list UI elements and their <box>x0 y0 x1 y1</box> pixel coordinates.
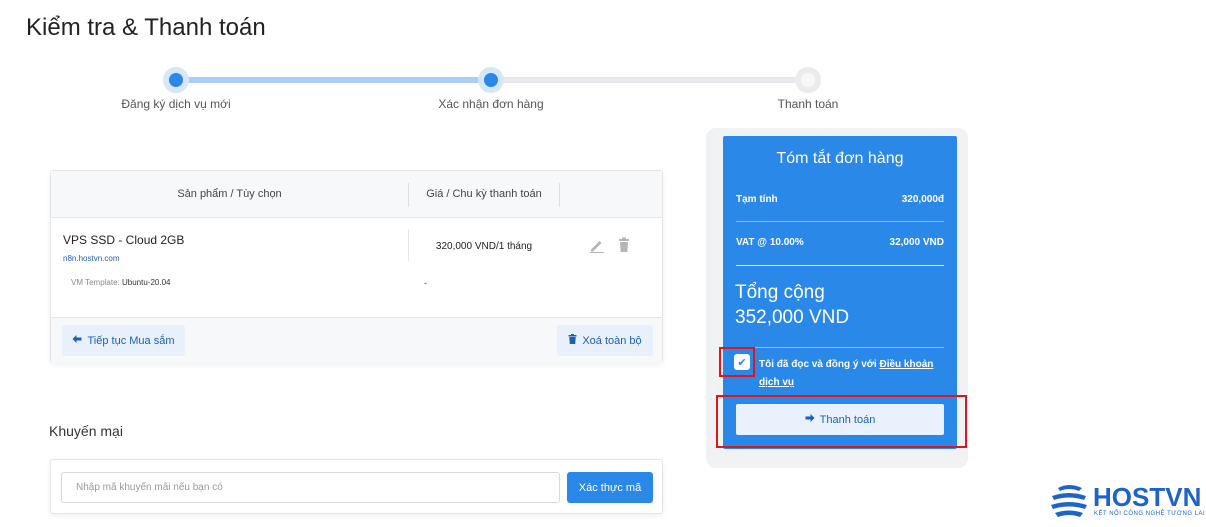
hostvn-logo: HOSTVN KẾT NỐI CÔNG NGHỆ TƯƠNG LAI <box>1050 482 1206 522</box>
summary-divider <box>736 347 944 348</box>
cart-table-header: Sản phẩm / Tùy chọn Giá / Chu kỳ thanh t… <box>51 171 662 218</box>
product-domain[interactable]: n8n.hostvn.com <box>63 254 119 263</box>
trash-icon <box>568 334 577 347</box>
promo-code-input[interactable] <box>61 472 560 503</box>
highlight-checkbox-box <box>719 347 755 377</box>
subtotal-row: Tạm tính 320,000đ <box>736 194 944 205</box>
summary-divider <box>736 265 944 266</box>
vm-template: VM Template: Ubuntu-20.04 <box>71 278 170 287</box>
agree-terms-text: Tôi đã đọc và đồng ý với Điều khoản dịch… <box>759 356 949 392</box>
continue-shopping-button[interactable]: Tiếp tục Mua sắm <box>62 325 185 356</box>
clear-all-label: Xoá toàn bộ <box>582 334 642 347</box>
step-3-dot <box>795 67 821 93</box>
clear-all-button[interactable]: Xoá toàn bộ <box>557 325 653 356</box>
column-divider <box>559 183 560 207</box>
step-1-label: Đăng ký dịch vụ mới <box>121 97 231 111</box>
vm-template-label: VM Template: <box>71 278 120 287</box>
vat-label: VAT @ 10.00% <box>736 237 804 248</box>
arrow-left-icon <box>72 334 82 347</box>
summary-divider <box>736 221 944 222</box>
edit-icon[interactable] <box>589 237 605 253</box>
subtotal-value: 320,000đ <box>901 194 944 205</box>
cart-table: Sản phẩm / Tùy chọn Giá / Chu kỳ thanh t… <box>50 170 663 363</box>
vat-row: VAT @ 10.00% 32,000 VND <box>736 237 944 248</box>
logo-wordmark: HOSTVN <box>1093 482 1202 512</box>
option-price: - <box>424 278 427 288</box>
globe-icon <box>1050 482 1088 522</box>
highlight-checkout-box <box>716 395 967 448</box>
logo-tagline: KẾT NỐI CÔNG NGHỆ TƯƠNG LAI <box>1094 511 1206 517</box>
agree-terms-label: Tôi đã đọc và đồng ý với <box>759 359 877 370</box>
summary-title: Tóm tắt đơn hàng <box>776 150 904 167</box>
subtotal-label: Tạm tính <box>736 194 778 205</box>
total-label: Tổng cộng <box>735 282 825 303</box>
checkout-stepper: Đăng ký dịch vụ mới Xác nhận đơn hàng Th… <box>0 66 1206 116</box>
continue-shopping-label: Tiếp tục Mua sắm <box>87 334 175 347</box>
product-price: 320,000 VND/1 tháng <box>435 241 533 252</box>
stepper-progress <box>176 77 491 83</box>
page-title: Kiểm tra & Thanh toán <box>26 14 266 41</box>
step-2-dot <box>478 67 504 93</box>
total-value: 352,000 VND <box>735 307 850 328</box>
cart-footer: Tiếp tục Mua sắm Xoá toàn bộ <box>51 317 662 363</box>
promo-panel: Xác thực mã <box>50 459 663 514</box>
vat-value: 32,000 VND <box>889 237 944 248</box>
step-1-dot <box>163 67 189 93</box>
product-name: VPS SSD - Cloud 2GB <box>63 233 185 247</box>
step-2-label: Xác nhận đơn hàng <box>438 97 544 111</box>
column-header-price: Giá / Chu kỳ thanh toán <box>426 188 542 200</box>
vm-template-value: Ubuntu-20.04 <box>122 278 171 287</box>
promo-title: Khuyến mại <box>49 423 123 439</box>
column-header-product: Sản phẩm / Tùy chọn <box>177 188 282 200</box>
verify-code-button[interactable]: Xác thực mã <box>567 472 653 503</box>
step-3-label: Thanh toán <box>777 97 839 111</box>
trash-icon[interactable] <box>616 237 632 253</box>
